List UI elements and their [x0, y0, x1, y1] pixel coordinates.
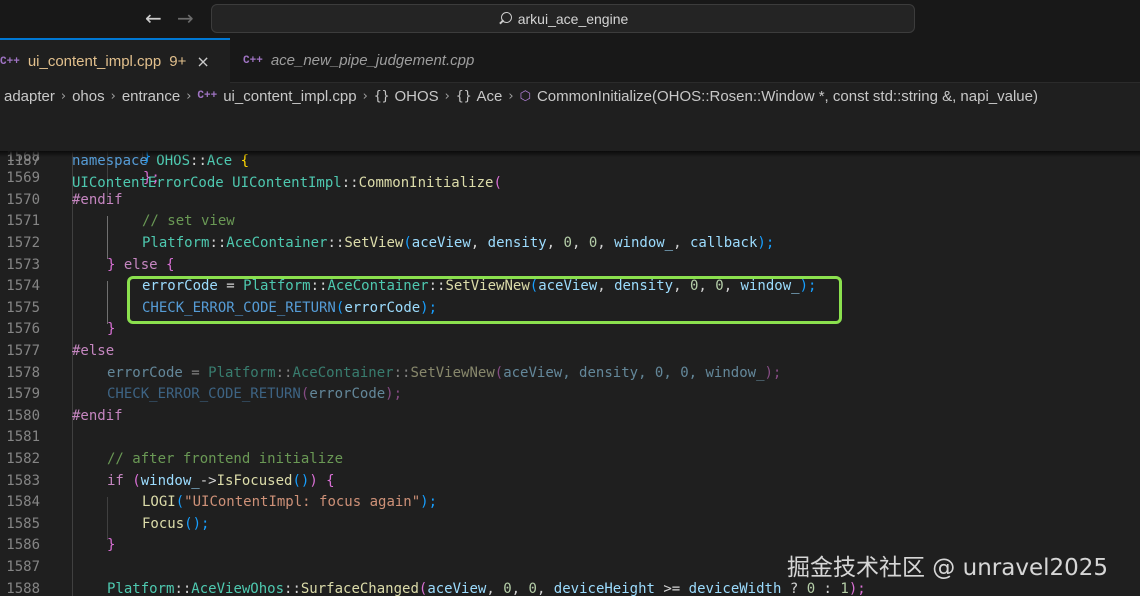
code-editor[interactable]: 101 namespace OHOS::Ace { 1187 UIContent… — [0, 108, 1140, 596]
code-text: } else { — [107, 256, 175, 273]
code-text: // after frontend initialize — [107, 450, 344, 467]
tab-label: ui_content_impl.cpp — [27, 53, 162, 70]
line-number: 1585 — [6, 515, 40, 532]
line-number: 1587 — [6, 558, 40, 575]
tab-ace-new-pipe-judgement[interactable]: C++ ace_new_pipe_judgement.cpp — [231, 38, 511, 83]
code-text: #else — [72, 342, 115, 359]
search-text: arkui_ace_engine — [517, 10, 629, 27]
code-line[interactable]: 1578 errorCode = Platform::AceContainer::… — [0, 363, 1140, 385]
breadcrumb-item-file[interactable]: C++ ui_content_impl.cpp — [197, 88, 356, 105]
code-text: Focus(); — [142, 515, 210, 532]
code-line[interactable]: 1584 LOGI("UIContentImpl: focus again"); — [0, 492, 1140, 514]
sticky-scroll-shadow — [0, 151, 1140, 157]
line-number: 1581 — [6, 429, 40, 446]
tab-label: ace_new_pipe_judgement.cpp — [270, 52, 475, 69]
breadcrumb-ns-label: OHOS — [394, 87, 439, 105]
sticky-line[interactable]: 1187 UIContentErrorCode UIContentImpl::C… — [0, 129, 1140, 191]
chevron-right-icon: › — [110, 88, 116, 104]
line-number: 1576 — [6, 321, 40, 338]
namespace-icon: {} — [373, 88, 390, 104]
breadcrumb-item-namespace-ohos[interactable]: {} OHOS — [374, 88, 439, 105]
method-icon: ⬡ — [519, 88, 531, 104]
code-text: Platform::AceViewOhos::SurfaceChanged(ac… — [107, 580, 866, 596]
watermark: 掘金技术社区 @ unravel2025 — [787, 555, 1109, 581]
chevron-right-icon: › — [362, 88, 368, 104]
breadcrumb: adapter › ohos › entrance › C++ ui_conten… — [0, 84, 1140, 108]
search-icon — [498, 11, 512, 26]
code-text: } — [107, 321, 116, 338]
breadcrumb-item-adapter[interactable]: adapter — [4, 88, 55, 105]
code-text: errorCode = Platform::AceContainer::SetV… — [107, 364, 782, 381]
line-number: 1579 — [6, 386, 40, 403]
line-number: 1586 — [6, 537, 40, 554]
code-text: } — [107, 537, 116, 554]
code-text: CHECK_ERROR_CODE_RETURN(errorCode); — [107, 386, 403, 403]
line-number: 1574 — [6, 278, 40, 295]
code-line[interactable]: 1580 #endif — [0, 406, 1140, 428]
code-line[interactable]: 1577 #else — [0, 341, 1140, 363]
breadcrumb-item-entrance[interactable]: entrance — [122, 88, 180, 105]
close-icon[interactable]: × — [196, 52, 209, 71]
code-text: // set view — [142, 213, 235, 230]
code-text: if (window_->IsFocused()) { — [107, 472, 335, 489]
code-line[interactable]: 1581 — [0, 427, 1140, 449]
line-number: 1582 — [6, 450, 40, 467]
cpp-file-icon: C++ — [243, 54, 263, 67]
line-number: 1583 — [6, 472, 40, 489]
breadcrumb-item-ohos[interactable]: ohos — [72, 88, 105, 105]
breadcrumb-method-label: CommonInitialize(OHOS::Rosen::Window *, … — [536, 87, 1038, 105]
breadcrumb-item-namespace-ace[interactable]: {} Ace — [456, 88, 503, 105]
code-text: LOGI("UIContentImpl: focus again"); — [142, 494, 438, 511]
line-number: 1580 — [6, 407, 40, 424]
tab-ui-content-impl[interactable]: C++ ui_content_impl.cpp 9+ × — [0, 38, 230, 83]
breadcrumb-ns-label: Ace — [476, 87, 503, 105]
title-bar: ← → arkui_ace_engine — [0, 0, 1140, 38]
command-center-search[interactable]: arkui_ace_engine — [211, 4, 915, 33]
breadcrumb-file-label: ui_content_impl.cpp — [223, 87, 357, 105]
code-text: Platform::AceContainer::SetView(aceView,… — [142, 234, 775, 251]
cpp-file-icon: C++ — [0, 55, 20, 68]
problems-badge: 9+ — [169, 53, 187, 70]
namespace-icon: {} — [455, 88, 472, 104]
code-line[interactable]: 1582 // after frontend initialize — [0, 449, 1140, 471]
line-number: 1575 — [6, 299, 40, 316]
sticky-line[interactable]: 101 namespace OHOS::Ace { — [0, 108, 1140, 169]
code-line[interactable]: 1583 if (window_->IsFocused()) { — [0, 471, 1140, 493]
chevron-right-icon: › — [508, 88, 514, 104]
forward-arrow-icon[interactable]: → — [177, 7, 194, 29]
code-text: #endif — [72, 407, 123, 424]
line-number: 1577 — [6, 342, 40, 359]
line-number: 1578 — [6, 364, 40, 381]
chevron-right-icon: › — [186, 88, 192, 104]
line-number: 1584 — [6, 494, 40, 511]
editor-tab-bar: C++ ui_content_impl.cpp 9+ × C++ ace_new… — [0, 38, 1140, 83]
highlight-annotation-box — [127, 276, 842, 324]
code-line[interactable]: 1571// set view — [0, 211, 1140, 233]
cpp-file-icon: C++ — [197, 90, 218, 102]
line-number: 1573 — [6, 256, 40, 273]
back-arrow-icon[interactable]: ← — [145, 7, 162, 29]
line-number: 1588 — [6, 580, 40, 596]
code-line[interactable]: 1573 } else { — [0, 255, 1140, 277]
code-line[interactable]: 1579 CHECK_ERROR_CODE_RETURN(errorCode); — [0, 384, 1140, 406]
line-number: 1572 — [6, 234, 40, 251]
chevron-right-icon: › — [444, 88, 450, 104]
code-line[interactable]: 1572 Platform::AceContainer::SetView(aceV… — [0, 233, 1140, 255]
chevron-right-icon: › — [60, 88, 67, 104]
breadcrumb-item-method[interactable]: ⬡ CommonInitialize(OHOS::Rosen::Window *,… — [520, 88, 1038, 105]
code-line[interactable]: 1585 Focus(); — [0, 514, 1140, 536]
